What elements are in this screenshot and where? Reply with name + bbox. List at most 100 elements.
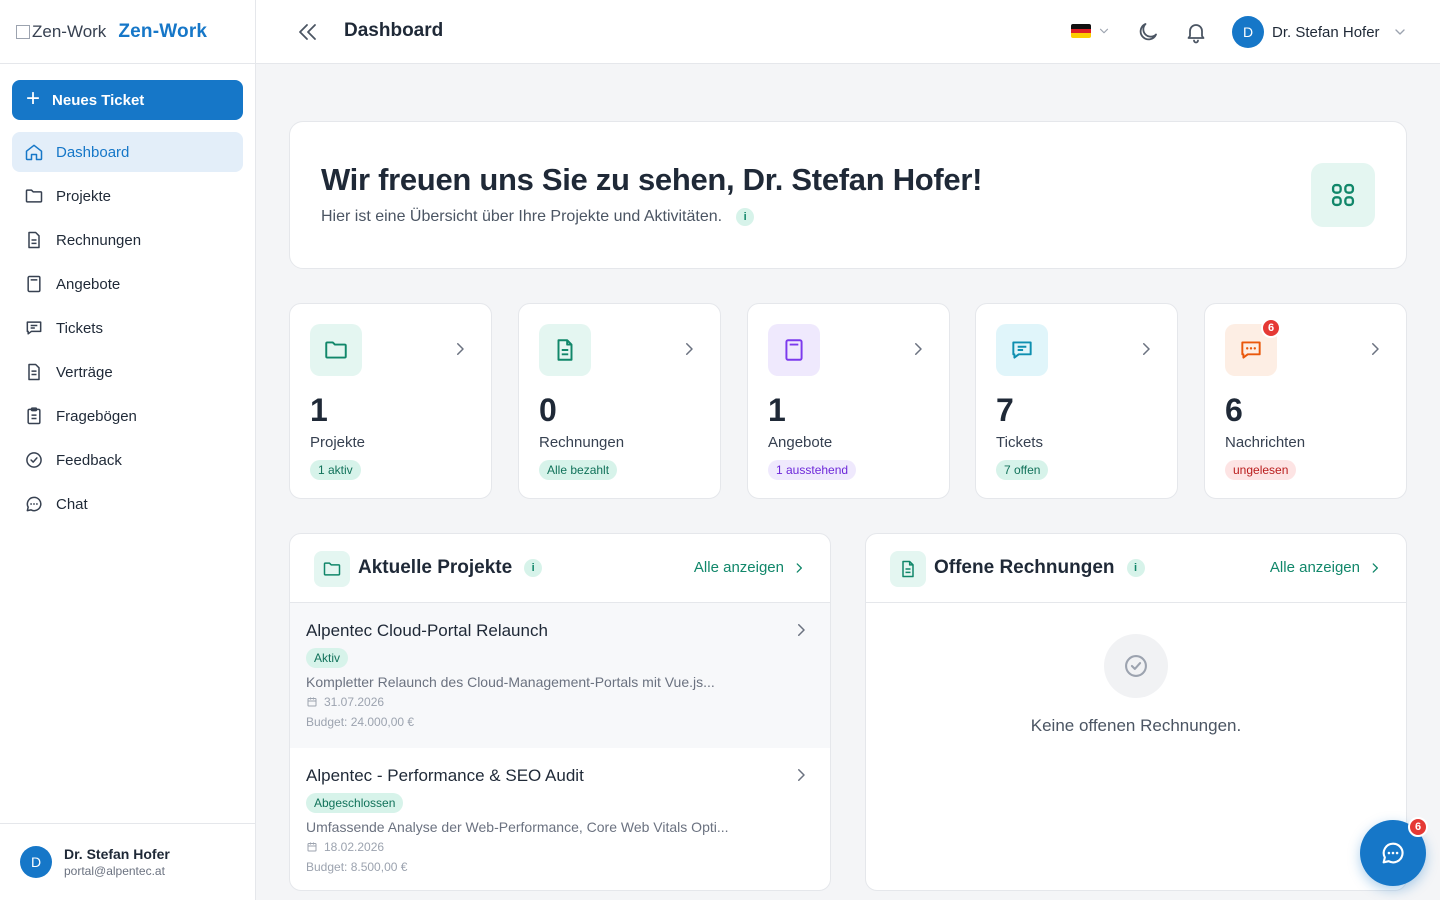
chat-bubble-icon: [1382, 842, 1404, 864]
project-name: Alpentec - Performance & SEO Audit: [306, 766, 584, 785]
user-name: Dr. Stefan Hofer: [64, 846, 170, 862]
stat-card-tickets[interactable]: 7 Tickets 7 offen: [975, 303, 1178, 499]
welcome-subtitle-text: Hier ist eine Übersicht über Ihre Projek…: [321, 208, 723, 225]
sidebar-item-label: Dashboard: [56, 143, 130, 161]
stat-icon-box: [310, 324, 362, 376]
project-description: Kompletter Relaunch des Cloud-Management…: [306, 674, 715, 690]
sidebar-item-frageboegen[interactable]: Fragebögen: [12, 396, 243, 436]
sidebar-item-vertraege[interactable]: Verträge: [12, 352, 243, 392]
document-icon: [557, 339, 573, 361]
sidebar: Zen-Work Zen-Work + Neues Ticket Dashboa…: [0, 0, 256, 900]
user-menu[interactable]: D Dr. Stefan Hofer: [1232, 16, 1408, 48]
folder-icon: [325, 341, 347, 359]
project-budget: Budget: 24.000,00 €: [306, 715, 415, 729]
status-badge: Alle bezahlt: [539, 460, 618, 480]
panel-header: Offene Rechnungen i Alle anzeigen: [866, 534, 1406, 603]
chat-bubble-icon: [26, 496, 42, 512]
grid-icon: [1331, 183, 1355, 207]
chevron-down-icon: [1394, 29, 1405, 35]
empty-state-text: Keine offenen Rechnungen.: [1030, 716, 1242, 735]
chat-launcher-button[interactable]: 6: [1360, 817, 1428, 886]
sidebar-nav: Dashboard Projekte Rechnungen Angebote T…: [12, 132, 243, 528]
message-square-icon: [26, 321, 42, 335]
stat-card-nachrichten[interactable]: 6 6 Nachrichten ungelesen: [1204, 303, 1407, 499]
language-selector[interactable]: [1071, 24, 1111, 38]
sidebar-item-chat[interactable]: Chat: [12, 484, 243, 524]
stat-label: Angebote: [768, 434, 833, 451]
home-icon: [25, 144, 43, 161]
project-list-item[interactable]: Alpentec Cloud-Portal Relaunch Aktiv Kom…: [290, 603, 830, 748]
info-icon[interactable]: i: [736, 208, 755, 226]
panel-title-text: Offene Rechnungen: [934, 557, 1115, 578]
sidebar-item-angebote[interactable]: Angebote: [12, 264, 243, 304]
stat-card-angebote[interactable]: 1 Angebote 1 ausstehend: [747, 303, 950, 499]
invoices-panel: Offene Rechnungen i Alle anzeigen Keine …: [865, 533, 1407, 891]
stat-icon-box: [996, 324, 1048, 376]
sidebar-item-tickets[interactable]: Tickets: [12, 308, 243, 348]
sidebar-item-projekte[interactable]: Projekte: [12, 176, 243, 216]
avatar: D: [1232, 16, 1264, 48]
calendar-icon: [307, 697, 317, 707]
top-header: Dashboard D Dr. Stefan Hofer: [256, 0, 1440, 64]
sidebar-item-rechnungen[interactable]: Rechnungen: [12, 220, 243, 260]
status-badge: Abgeschlossen: [306, 793, 404, 813]
chevron-right-icon: [798, 624, 805, 636]
panel-title: Aktuelle Projekte i: [358, 557, 543, 579]
bell-icon[interactable]: [1184, 20, 1208, 44]
chevron-right-icon: [1372, 343, 1379, 355]
chevron-right-icon: [686, 343, 693, 355]
status-badge: 1 ausstehend: [768, 460, 857, 480]
stat-value: 1: [310, 392, 328, 428]
clipboard-icon: [27, 407, 41, 425]
sidebar-item-label: Fragebögen: [56, 407, 137, 425]
chevron-down-icon: [1099, 28, 1109, 34]
avatar: D: [20, 846, 52, 878]
contract-icon: [28, 363, 40, 381]
user-email: portal@alpentec.at: [64, 864, 165, 878]
empty-state-icon-box: [1104, 634, 1168, 698]
folder-icon: [25, 189, 43, 203]
panel-title-text: Aktuelle Projekte: [358, 557, 513, 578]
stat-icon-box: [768, 324, 820, 376]
unread-count-badge: 6: [1408, 817, 1428, 837]
document-icon: [902, 560, 914, 578]
sidebar-item-feedback[interactable]: Feedback: [12, 440, 243, 480]
new-ticket-button[interactable]: + Neues Ticket: [12, 80, 243, 120]
user-name: Dr. Stefan Hofer: [1272, 23, 1380, 41]
status-badge: ungelesen: [1225, 460, 1297, 480]
stat-card-projekte[interactable]: 1 Projekte 1 aktiv: [289, 303, 492, 499]
stat-label: Projekte: [310, 434, 366, 451]
sidebar-user-card[interactable]: D Dr. Stefan Hofer portal@alpentec.at: [0, 823, 255, 900]
logo-alt-text: Zen-Work: [32, 21, 107, 41]
brand[interactable]: Zen-Work Zen-Work: [0, 0, 255, 64]
stat-card-rechnungen[interactable]: 0 Rechnungen Alle bezahlt: [518, 303, 721, 499]
calculator-icon: [27, 275, 41, 293]
project-date-text: 31.07.2026: [324, 695, 385, 709]
logo-image: Zen-Work: [16, 22, 106, 42]
status-badge: Aktiv: [306, 648, 349, 668]
status-badge: 1 aktiv: [310, 460, 361, 480]
project-date: 31.07.2026: [306, 695, 814, 709]
moon-icon[interactable]: [1136, 20, 1160, 44]
info-icon[interactable]: i: [524, 559, 543, 577]
folder-icon: [323, 562, 341, 576]
stat-value: 6: [1225, 392, 1243, 428]
unread-count-badge: 6: [1261, 318, 1281, 338]
panel-title: Offene Rechnungen i: [934, 557, 1145, 579]
sidebar-item-label: Chat: [56, 495, 88, 513]
show-all-label: Alle anzeigen: [693, 559, 784, 576]
projects-panel: Aktuelle Projekte i Alle anzeigen Alpent…: [289, 533, 831, 891]
show-all-projects-link[interactable]: Alle anzeigen: [694, 559, 806, 576]
welcome-card: Wir freuen uns Sie zu sehen, Dr. Stefan …: [289, 121, 1407, 269]
show-all-invoices-link[interactable]: Alle anzeigen: [1270, 559, 1382, 576]
project-list-item[interactable]: Alpentec - Performance & SEO Audit Abges…: [290, 748, 830, 890]
show-all-label: Alle anzeigen: [1269, 559, 1360, 576]
project-name: Alpentec Cloud-Portal Relaunch: [306, 621, 548, 640]
page-title: Dashboard: [344, 20, 444, 41]
sidebar-item-dashboard[interactable]: Dashboard: [12, 132, 243, 172]
info-icon[interactable]: i: [1126, 559, 1145, 577]
collapse-sidebar-icon[interactable]: [296, 20, 320, 44]
sidebar-item-label: Angebote: [56, 275, 121, 293]
sidebar-item-label: Rechnungen: [56, 231, 142, 249]
stat-value: 0: [539, 392, 557, 428]
